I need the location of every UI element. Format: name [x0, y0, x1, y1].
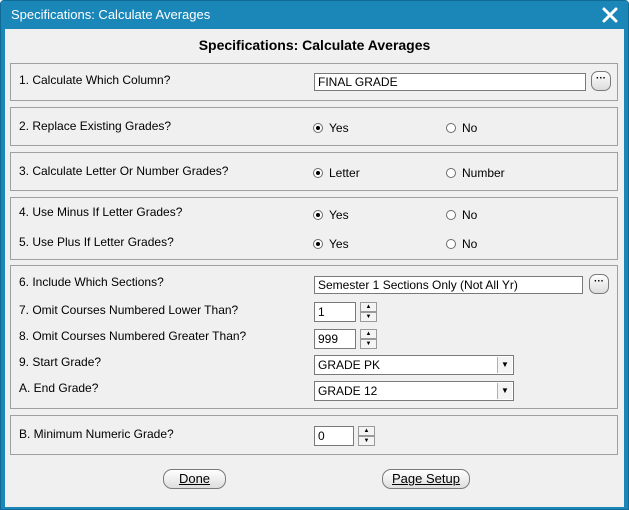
spin-up-icon[interactable]: ▲ [358, 426, 375, 436]
chevron-down-icon[interactable]: ▼ [497, 357, 512, 373]
title-bar[interactable]: Specifications: Calculate Averages [1, 1, 628, 29]
spin-up-icon[interactable]: ▲ [360, 302, 377, 312]
use-minus-no-label: No [462, 208, 478, 222]
use-minus-yes-label: Yes [329, 208, 349, 222]
group-letter-number: 3. Calculate Letter Or Number Grades? Le… [10, 152, 618, 191]
omit-greater-value[interactable]: 999 [314, 329, 356, 349]
omit-lower-label: 7. Omit Courses Numbered Lower Than? [19, 303, 239, 317]
page-setup-button[interactable]: Page Setup [382, 469, 470, 489]
use-plus-no-radio[interactable]: No [446, 237, 477, 251]
chevron-down-icon[interactable]: ▼ [497, 383, 512, 399]
include-sections-label: 6. Include Which Sections? [19, 275, 164, 289]
use-plus-no-label: No [462, 237, 478, 251]
calc-column-field[interactable]: FINAL GRADE [314, 73, 586, 91]
min-grade-label: B. Minimum Numeric Grade? [19, 427, 174, 441]
calc-column-browse-button[interactable]: ··· [591, 71, 611, 91]
use-minus-no-radio[interactable]: No [446, 208, 477, 222]
number-grades-label: Number [462, 166, 505, 180]
spin-down-icon[interactable]: ▼ [360, 339, 377, 349]
min-grade-value[interactable]: 0 [314, 426, 354, 446]
radio-selected-icon [313, 168, 323, 178]
radio-selected-icon [313, 123, 323, 133]
replace-grades-yes-radio[interactable]: Yes [313, 121, 349, 135]
page-setup-button-label: Page Setup [392, 471, 460, 486]
radio-unselected-icon [446, 123, 456, 133]
spin-up-icon[interactable]: ▲ [360, 329, 377, 339]
done-button[interactable]: Done [163, 469, 226, 489]
end-grade-label: A. End Grade? [19, 381, 99, 395]
radio-unselected-icon [446, 168, 456, 178]
replace-grades-yes-label: Yes [329, 121, 349, 135]
use-minus-yes-radio[interactable]: Yes [313, 208, 349, 222]
close-icon[interactable] [600, 5, 620, 25]
start-grade-value: GRADE PK [318, 358, 381, 372]
end-grade-select[interactable]: GRADE 12 ▼ [314, 381, 514, 401]
include-sections-browse-button[interactable]: ··· [589, 274, 609, 294]
end-grade-value: GRADE 12 [318, 384, 378, 398]
omit-greater-arrows[interactable]: ▲ ▼ [360, 329, 377, 349]
spin-down-icon[interactable]: ▼ [358, 436, 375, 446]
use-plus-label: 5. Use Plus If Letter Grades? [19, 235, 174, 249]
radio-unselected-icon [446, 239, 456, 249]
omit-greater-label: 8. Omit Courses Numbered Greater Than? [19, 329, 247, 343]
calc-column-label: 1. Calculate Which Column? [19, 73, 171, 87]
replace-grades-no-label: No [462, 121, 478, 135]
group-minimum-grade: B. Minimum Numeric Grade? 0 ▲ ▼ [10, 415, 618, 455]
spin-down-icon[interactable]: ▼ [360, 312, 377, 322]
start-grade-select[interactable]: GRADE PK ▼ [314, 355, 514, 375]
dialog-body: Specifications: Calculate Averages 1. Ca… [5, 29, 624, 507]
replace-grades-label: 2. Replace Existing Grades? [19, 119, 172, 133]
group-calculate-column: 1. Calculate Which Column? FINAL GRADE ·… [10, 63, 618, 101]
omit-lower-arrows[interactable]: ▲ ▼ [360, 302, 377, 322]
window-title: Specifications: Calculate Averages [11, 7, 211, 22]
replace-grades-no-radio[interactable]: No [446, 121, 477, 135]
letter-number-label: 3. Calculate Letter Or Number Grades? [19, 164, 229, 178]
group-replace-grades: 2. Replace Existing Grades? Yes No [10, 107, 618, 146]
min-grade-arrows[interactable]: ▲ ▼ [358, 426, 375, 446]
dialog-heading: Specifications: Calculate Averages [198, 37, 431, 53]
start-grade-label: 9. Start Grade? [19, 355, 102, 369]
use-minus-label: 4. Use Minus If Letter Grades? [19, 205, 183, 219]
dialog-window: Specifications: Calculate Averages Speci… [0, 0, 629, 510]
radio-selected-icon [313, 210, 323, 220]
use-plus-yes-label: Yes [329, 237, 349, 251]
number-grades-radio[interactable]: Number [446, 166, 505, 180]
letter-grades-radio[interactable]: Letter [313, 166, 360, 180]
include-sections-field[interactable]: Semester 1 Sections Only (Not All Yr) [314, 276, 583, 294]
done-button-label: Done [178, 471, 211, 486]
radio-unselected-icon [446, 210, 456, 220]
group-minus-plus: 4. Use Minus If Letter Grades? Yes No 5.… [10, 197, 618, 260]
omit-lower-value[interactable]: 1 [314, 302, 356, 322]
group-sections-grades: 6. Include Which Sections? Semester 1 Se… [10, 265, 618, 409]
use-plus-yes-radio[interactable]: Yes [313, 237, 349, 251]
letter-grades-label: Letter [329, 166, 360, 180]
radio-selected-icon [313, 239, 323, 249]
